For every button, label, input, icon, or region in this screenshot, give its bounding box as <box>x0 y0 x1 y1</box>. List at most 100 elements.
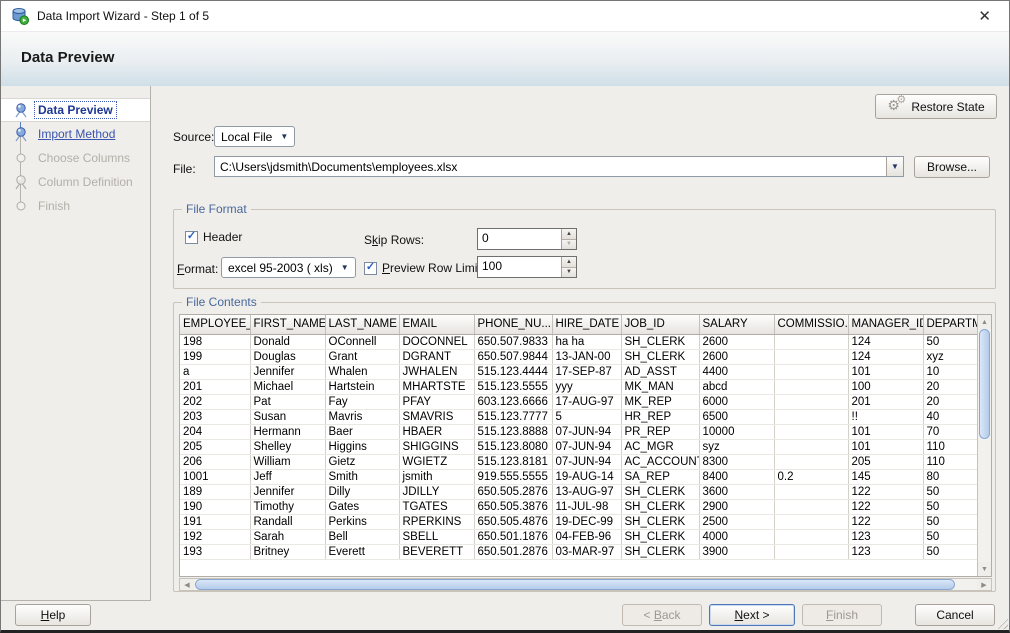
cancel-button[interactable]: Cancel <box>915 604 995 626</box>
back-button[interactable]: < Back <box>622 604 702 626</box>
scroll-right-icon[interactable]: ▶ <box>977 579 991 590</box>
table-row[interactable]: 191RandallPerkinsRPERKINS650.505.487619-… <box>180 514 977 529</box>
table-cell: 2600 <box>699 349 774 364</box>
sidebar-item-data-preview[interactable]: Data Preview <box>1 98 150 122</box>
table-row[interactable]: 193BritneyEverettBEVERETT650.501.287603-… <box>180 544 977 559</box>
step-label: Import Method <box>35 126 118 142</box>
table-cell <box>774 334 848 349</box>
sidebar-item-import-method[interactable]: Import Method <box>1 122 150 146</box>
table-cell: 3900 <box>699 544 774 559</box>
table-row[interactable]: 198DonaldOConnellDOCONNEL650.507.9833ha … <box>180 334 977 349</box>
table-cell: 2500 <box>699 514 774 529</box>
checkbox-icon: ✓ <box>364 262 377 275</box>
horizontal-scrollbar[interactable]: ◀ ▶ <box>179 578 992 591</box>
column-header[interactable]: JOB_ID <box>621 315 699 334</box>
table-cell: 515.123.8080 <box>474 439 552 454</box>
wizard-node-blue-icon <box>10 103 32 118</box>
table-cell: 124 <box>848 334 923 349</box>
column-header[interactable]: FIRST_NAME <box>250 315 325 334</box>
column-header[interactable]: MANAGER_ID <box>848 315 923 334</box>
scroll-left-icon[interactable]: ◀ <box>180 579 194 590</box>
table-cell: Pat <box>250 394 325 409</box>
close-icon[interactable]: ✕ <box>970 7 999 25</box>
column-header[interactable]: EMPLOYEE_ID <box>180 315 250 334</box>
help-button[interactable]: Help <box>15 604 91 626</box>
column-header[interactable]: HIRE_DATE <box>552 315 621 334</box>
table-row[interactable]: 190TimothyGatesTGATES650.505.387611-JUL-… <box>180 499 977 514</box>
table-cell: Whalen <box>325 364 399 379</box>
table-cell: jsmith <box>399 469 474 484</box>
column-header[interactable]: PHONE_NU... <box>474 315 552 334</box>
vertical-scroll-track[interactable] <box>978 329 991 562</box>
format-dropdown[interactable]: excel 95-2003 ( xls) ▼ <box>221 257 356 278</box>
table-cell: 198 <box>180 334 250 349</box>
table-cell: SMAVRIS <box>399 409 474 424</box>
table-row[interactable]: 189JenniferDillyJDILLY650.505.287613-AUG… <box>180 484 977 499</box>
table-row[interactable]: 203SusanMavrisSMAVRIS515.123.77775HR_REP… <box>180 409 977 424</box>
wizard-content: ⚙⚙ Restore State Source: Local File ▼ Fi… <box>151 86 1010 601</box>
preview-row-limit-spinner[interactable]: 100 ▲ ▼ <box>477 256 577 278</box>
scroll-up-icon[interactable]: ▲ <box>978 315 991 329</box>
window-title: Data Import Wizard - Step 1 of 5 <box>37 9 209 23</box>
table-row[interactable]: 1001JeffSmithjsmith919.555.555519-AUG-14… <box>180 469 977 484</box>
spinner-up-icon[interactable]: ▲ <box>562 257 576 267</box>
table-cell: 110 <box>923 454 977 469</box>
table-cell: PR_REP <box>621 424 699 439</box>
column-header[interactable]: DEPARTME... <box>923 315 977 334</box>
sidebar-item-finish: Finish <box>1 194 150 218</box>
file-dropdown-button[interactable]: ▼ <box>886 157 903 176</box>
table-cell: 202 <box>180 394 250 409</box>
finish-button[interactable]: Finish <box>802 604 882 626</box>
table-cell: 04-FEB-96 <box>552 529 621 544</box>
table-cell <box>774 409 848 424</box>
horizontal-scroll-thumb[interactable] <box>195 579 955 590</box>
table-cell <box>774 499 848 514</box>
table-row[interactable]: 205ShelleyHigginsSHIGGINS515.123.808007-… <box>180 439 977 454</box>
vertical-scroll-thumb[interactable] <box>979 329 990 439</box>
table-row[interactable]: 202PatFayPFAY603.123.666617-AUG-97MK_REP… <box>180 394 977 409</box>
skip-rows-spinner[interactable]: 0 ▲ ▼ <box>477 228 577 250</box>
table-cell: MHARTSTE <box>399 379 474 394</box>
table-cell: 50 <box>923 499 977 514</box>
table-cell: 20 <box>923 379 977 394</box>
column-header[interactable]: LAST_NAME <box>325 315 399 334</box>
table-cell: Douglas <box>250 349 325 364</box>
table-row[interactable]: 206WilliamGietzWGIETZ515.123.818107-JUN-… <box>180 454 977 469</box>
table-row[interactable]: aJenniferWhalenJWHALEN515.123.444417-SEP… <box>180 364 977 379</box>
file-path-combobox[interactable]: C:\Users\jdsmith\Documents\employees.xls… <box>214 156 904 177</box>
table-cell: 650.505.4876 <box>474 514 552 529</box>
table-cell: Jeff <box>250 469 325 484</box>
table-cell: 122 <box>848 514 923 529</box>
table-cell: 515.123.7777 <box>474 409 552 424</box>
next-button[interactable]: Next > <box>709 604 795 626</box>
horizontal-scroll-track[interactable] <box>194 579 977 590</box>
column-header[interactable]: COMMISSIO... <box>774 315 848 334</box>
restore-state-button[interactable]: ⚙⚙ Restore State <box>875 94 997 119</box>
spinner-down-icon[interactable]: ▼ <box>562 239 576 250</box>
step-label: Data Preview <box>35 102 116 118</box>
file-contents-group-title: File Contents <box>182 295 261 309</box>
table-cell: SH_CLERK <box>621 544 699 559</box>
table-row[interactable]: 199DouglasGrantDGRANT650.507.984413-JAN-… <box>180 349 977 364</box>
table-row[interactable]: 201MichaelHartsteinMHARTSTE515.123.5555y… <box>180 379 977 394</box>
scroll-down-icon[interactable]: ▼ <box>978 562 991 576</box>
table-row[interactable]: 204HermannBaerHBAER515.123.888807-JUN-94… <box>180 424 977 439</box>
browse-button[interactable]: Browse... <box>914 156 990 178</box>
spinner-down-icon[interactable]: ▼ <box>562 267 576 278</box>
header-checkbox[interactable]: ✓ Header <box>185 230 242 244</box>
table-row[interactable]: 192SarahBellSBELL650.501.187604-FEB-96SH… <box>180 529 977 544</box>
data-preview-grid: EMPLOYEE_IDFIRST_NAMELAST_NAMEEMAILPHONE… <box>179 314 992 577</box>
column-header[interactable]: SALARY <box>699 315 774 334</box>
column-header[interactable]: EMAIL <box>399 315 474 334</box>
table-cell: Shelley <box>250 439 325 454</box>
table-cell: 50 <box>923 334 977 349</box>
table-cell: 1001 <box>180 469 250 484</box>
table-cell: 11-JUL-98 <box>552 499 621 514</box>
preview-row-limit-checkbox[interactable]: ✓ Preview Row Limit: <box>364 261 484 275</box>
table-cell: Donald <box>250 334 325 349</box>
data-preview-table: EMPLOYEE_IDFIRST_NAMELAST_NAMEEMAILPHONE… <box>180 315 977 576</box>
source-dropdown[interactable]: Local File ▼ <box>214 126 295 147</box>
page-title: Data Preview <box>21 49 114 66</box>
vertical-scrollbar[interactable]: ▲ ▼ <box>977 315 991 576</box>
spinner-up-icon[interactable]: ▲ <box>562 229 576 239</box>
